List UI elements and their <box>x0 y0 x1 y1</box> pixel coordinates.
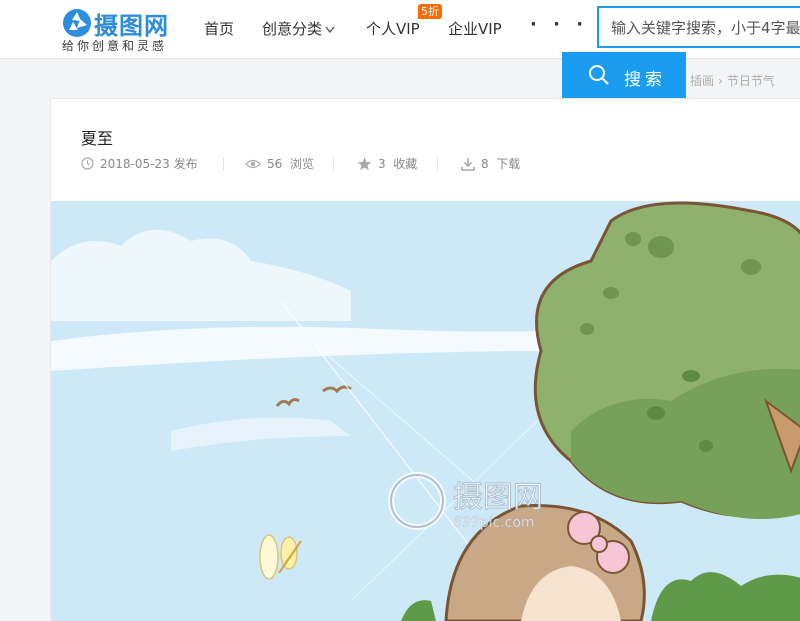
shutter-logo-icon <box>63 9 91 37</box>
nav-home[interactable]: 首页 <box>204 18 234 39</box>
meta-divider <box>333 157 334 171</box>
site-logo[interactable]: 摄图网 给你创意和灵感 <box>60 6 190 54</box>
watermark-domain: 699pic.com <box>453 515 535 531</box>
view-count-label: 浏览 <box>289 157 314 171</box>
eye-icon <box>245 159 261 168</box>
content-card: 夏至 2018-05-23 发布 56 浏览 3 收藏 8 下载 摄图网 699… <box>50 98 800 621</box>
favorite-count-value: 3 <box>378 156 386 171</box>
discount-badge: 5折 <box>418 4 442 19</box>
download-count[interactable]: 8 下载 <box>461 155 520 172</box>
search-button-label: 搜索 <box>624 70 666 90</box>
nav-categories[interactable]: 创意分类 <box>262 18 335 39</box>
illustration-image[interactable]: 摄图网 699pic.com <box>51 201 800 621</box>
watermark-brand: 摄图网 <box>453 480 543 515</box>
star-icon <box>357 157 372 170</box>
favorite-count[interactable]: 3 收藏 <box>357 155 417 172</box>
search-input[interactable] <box>609 8 800 48</box>
breadcrumb-item[interactable]: 插画 <box>690 74 714 88</box>
search-box <box>597 6 800 48</box>
download-icon <box>461 157 475 171</box>
search-icon <box>589 65 609 85</box>
view-count: 56 浏览 <box>245 155 314 172</box>
clock-icon <box>81 157 94 170</box>
nav-categories-label: 创意分类 <box>262 20 323 38</box>
nav-enterprise-vip[interactable]: 企业VIP <box>448 18 502 39</box>
post-title: 夏至 <box>81 129 114 148</box>
favorite-count-label: 收藏 <box>393 157 418 171</box>
view-count-value: 56 <box>267 156 283 171</box>
breadcrumb-item[interactable]: 节日节气 <box>727 74 775 88</box>
meta-divider <box>437 157 438 171</box>
chevron-down-icon <box>325 26 335 33</box>
download-count-value: 8 <box>481 156 489 171</box>
search-button[interactable]: 搜索 <box>562 52 686 98</box>
download-count-label: 下载 <box>496 157 521 171</box>
publish-date-suffix: 发布 <box>173 157 198 171</box>
publish-date: 2018-05-23 发布 <box>81 155 198 172</box>
breadcrumb: 插画 › 节日节气 <box>690 72 775 89</box>
meta-divider <box>223 157 224 171</box>
publish-date-value: 2018-05-23 <box>100 156 170 171</box>
more-menu-button[interactable]: · · · <box>530 14 588 35</box>
chevron-right-icon: › <box>718 74 723 88</box>
logo-text: 摄图网 <box>94 12 169 40</box>
logo-slogan: 给你创意和灵感 <box>62 39 168 53</box>
top-header: 摄图网 给你创意和灵感 首页 创意分类 个人VIP 5折 企业VIP · · · <box>0 0 800 59</box>
nav-personal-vip[interactable]: 个人VIP <box>366 18 420 39</box>
